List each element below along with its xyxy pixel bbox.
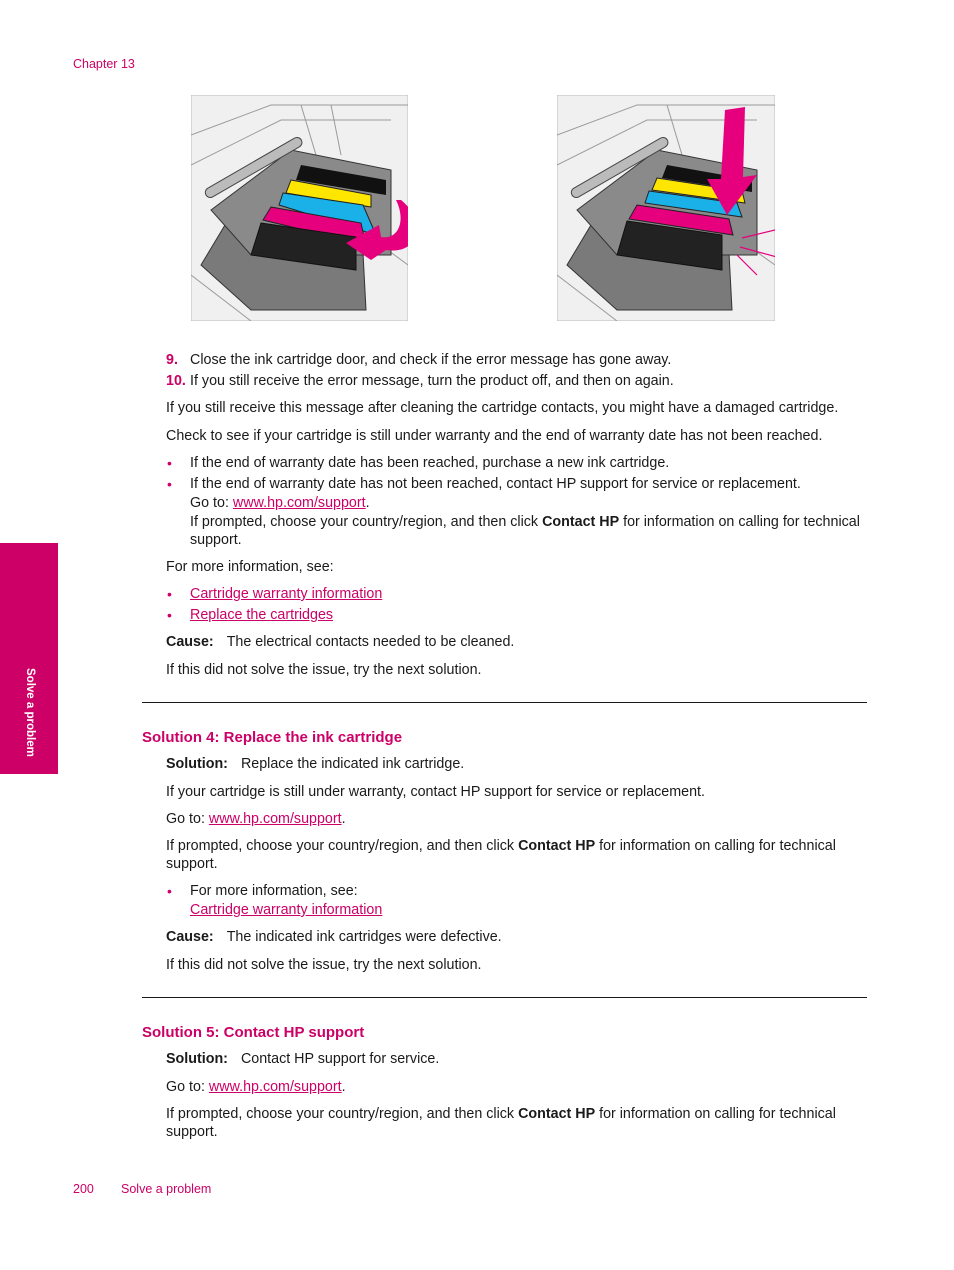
replace-cartridges-link[interactable]: Replace the cartridges — [190, 607, 333, 623]
cause-line: Cause: The electrical contacts needed to … — [166, 634, 514, 650]
prompt-suffix: for information on calling for technical — [595, 838, 836, 854]
prompt-prefix: If prompted, choose your country/region,… — [166, 838, 519, 854]
cause-text: The indicated ink cartridges were defect… — [226, 929, 502, 945]
goto-prefix: Go to: — [166, 1079, 209, 1095]
step-text: Close the ink cartridge door, and check … — [190, 352, 672, 368]
prompt-line: If prompted, choose your country/region,… — [166, 1106, 836, 1122]
section-divider — [142, 997, 867, 998]
running-head: Chapter 13 — [73, 57, 135, 71]
more-info-label: For more information, see: — [166, 559, 334, 575]
prompt-prefix: If prompted, choose your country/region,… — [190, 514, 543, 530]
goto-prefix: Go to: — [166, 811, 209, 827]
prompt-suffix: for information on calling for technical — [595, 1106, 836, 1122]
step-text: If you still receive the error message, … — [190, 373, 674, 389]
next-solution-text: If this did not solve the issue, try the… — [166, 662, 482, 678]
warranty-paragraph: If your cartridge is still under warrant… — [166, 784, 706, 800]
goto-suffix: . — [341, 1079, 346, 1095]
cause-text: The electrical contacts needed to be cle… — [226, 634, 515, 650]
prompt-prefix: If prompted, choose your country/region,… — [166, 1106, 519, 1122]
next-solution-text: If this did not solve the issue, try the… — [166, 957, 482, 973]
solution-4-heading: Solution 4: Replace the ink cartridge — [142, 729, 403, 746]
hp-support-link[interactable]: www.hp.com/support — [209, 811, 342, 827]
figure-press-down — [557, 95, 775, 321]
solution-label: Solution: — [166, 756, 228, 772]
more-info-label: For more information, see: — [190, 883, 358, 899]
figure-close-latch — [191, 95, 408, 321]
bullet-text: If the end of warranty date has not been… — [190, 476, 801, 492]
bullet-icon: • — [167, 455, 172, 471]
cause-line: Cause: The indicated ink cartridges were … — [166, 929, 502, 945]
cartridge-warranty-link[interactable]: Cartridge warranty information — [190, 902, 382, 918]
paragraph-damaged: If you still receive this message after … — [166, 400, 839, 416]
bullet-icon: • — [167, 586, 172, 602]
cause-label: Cause: — [166, 634, 214, 650]
contact-hp-label: Contact HP — [518, 1106, 596, 1122]
section-divider — [142, 702, 867, 703]
footer-section-title: Solve a problem — [121, 1182, 212, 1196]
solution-line: Solution: Replace the indicated ink cartr… — [166, 756, 464, 772]
solution-text: Contact HP support for service. — [240, 1051, 440, 1067]
prompt-line-2: support. — [190, 532, 242, 548]
hp-support-link[interactable]: www.hp.com/support — [233, 495, 366, 511]
goto-prefix: Go to: — [190, 495, 233, 511]
goto-line: Go to: www.hp.com/support. — [166, 811, 346, 827]
goto-suffix: . — [365, 495, 370, 511]
prompt-line-2: support. — [166, 856, 218, 872]
goto-line: Go to: www.hp.com/support. — [190, 495, 370, 511]
paragraph-warranty-check: Check to see if your cartridge is still … — [166, 428, 823, 444]
step-number: 10. — [166, 373, 186, 389]
bullet-text: If the end of warranty date has been rea… — [190, 455, 670, 471]
bullet-icon: • — [167, 476, 172, 492]
side-tab-label: Solve a problem — [24, 668, 36, 757]
cause-label: Cause: — [166, 929, 214, 945]
page-number: 200 — [73, 1182, 94, 1196]
prompt-suffix: for information on calling for technical — [619, 514, 860, 530]
solution-5-heading: Solution 5: Contact HP support — [142, 1024, 365, 1041]
solution-line: Solution: Contact HP support for service. — [166, 1051, 439, 1067]
goto-suffix: . — [341, 811, 346, 827]
prompt-line: If prompted, choose your country/region,… — [166, 838, 836, 854]
prompt-line-2: support. — [166, 1124, 218, 1140]
solution-text: Replace the indicated ink cartridge. — [240, 756, 465, 772]
contact-hp-label: Contact HP — [542, 514, 620, 530]
hp-support-link[interactable]: www.hp.com/support — [209, 1079, 342, 1095]
goto-line: Go to: www.hp.com/support. — [166, 1079, 346, 1095]
contact-hp-label: Contact HP — [518, 838, 596, 854]
step-number: 9. — [166, 352, 178, 368]
prompt-line: If prompted, choose your country/region,… — [190, 514, 860, 530]
cartridge-warranty-link[interactable]: Cartridge warranty information — [190, 586, 382, 602]
bullet-icon: • — [167, 883, 172, 899]
solution-label: Solution: — [166, 1051, 228, 1067]
bullet-icon: • — [167, 607, 172, 623]
